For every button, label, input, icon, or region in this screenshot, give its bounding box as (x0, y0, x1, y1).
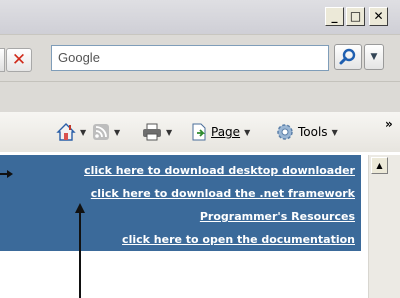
stop-button[interactable]: ✕ (6, 48, 32, 72)
chevron-down-icon: ▼ (166, 127, 173, 137)
command-bar: ▼ ▼ ▼ Page ▼ Tools ▼ » (0, 112, 400, 152)
download-desktop-downloader-link[interactable]: click here to download desktop downloade… (84, 164, 355, 177)
print-icon (143, 123, 161, 141)
open-documentation-link[interactable]: click here to open the documentation (122, 233, 355, 246)
arrow-up-icon (75, 203, 85, 213)
search-button[interactable] (334, 44, 362, 70)
home-icon (56, 123, 76, 141)
chevron-down-icon: ▼ (80, 127, 87, 137)
tab-strip (0, 81, 400, 113)
rss-feed-icon (93, 124, 109, 140)
chevron-up-icon: ▲ (376, 161, 383, 170)
chevron-down-icon: ▼ (114, 127, 121, 137)
page-menu[interactable]: Page ▼ (190, 122, 250, 142)
search-provider-dropdown[interactable]: ▼ (364, 44, 384, 70)
gear-icon (277, 124, 293, 140)
close-icon: ✕ (373, 9, 384, 23)
arrow-right-icon (7, 170, 13, 178)
chevron-down-icon: ▼ (370, 52, 378, 62)
command-bar-overflow-button[interactable]: » (385, 114, 393, 134)
refresh-button[interactable] (0, 48, 5, 72)
annotation-arrow-vertical (79, 212, 81, 298)
vertical-scrollbar[interactable]: ▲ (368, 155, 400, 298)
close-button[interactable]: ✕ (369, 7, 388, 26)
feeds-button[interactable]: ▼ (92, 122, 120, 142)
search-icon (339, 48, 356, 65)
home-button[interactable]: ▼ (56, 122, 86, 142)
programmers-resources-link[interactable]: Programmer's Resources (200, 210, 355, 223)
page-menu-label: Page (211, 125, 241, 139)
download-net-framework-link[interactable]: click here to download the .net framewor… (91, 187, 355, 200)
maximize-button[interactable]: □ (346, 7, 365, 26)
page-icon (192, 123, 206, 141)
chevron-down-icon: ▼ (331, 127, 338, 137)
minimize-button[interactable]: _ (325, 7, 344, 26)
navigation-bar: ✕ Google ▼ (0, 34, 400, 81)
minimize-icon: _ (331, 9, 338, 23)
page-content: click here to download desktop downloade… (0, 155, 368, 298)
stop-icon: ✕ (11, 50, 27, 70)
maximize-icon: □ (349, 9, 362, 23)
print-button[interactable]: ▼ (142, 122, 172, 142)
tools-menu-label: Tools (298, 125, 328, 139)
title-bar: _ □ ✕ (0, 0, 400, 34)
chevron-right-double-icon: » (385, 117, 393, 131)
links-panel: click here to download desktop downloade… (0, 155, 361, 251)
search-input-placeholder: Google (58, 50, 100, 65)
chevron-down-icon: ▼ (244, 127, 251, 137)
tools-menu[interactable]: Tools ▼ (276, 122, 338, 142)
scroll-up-button[interactable]: ▲ (371, 157, 388, 174)
search-input[interactable]: Google (51, 45, 329, 71)
